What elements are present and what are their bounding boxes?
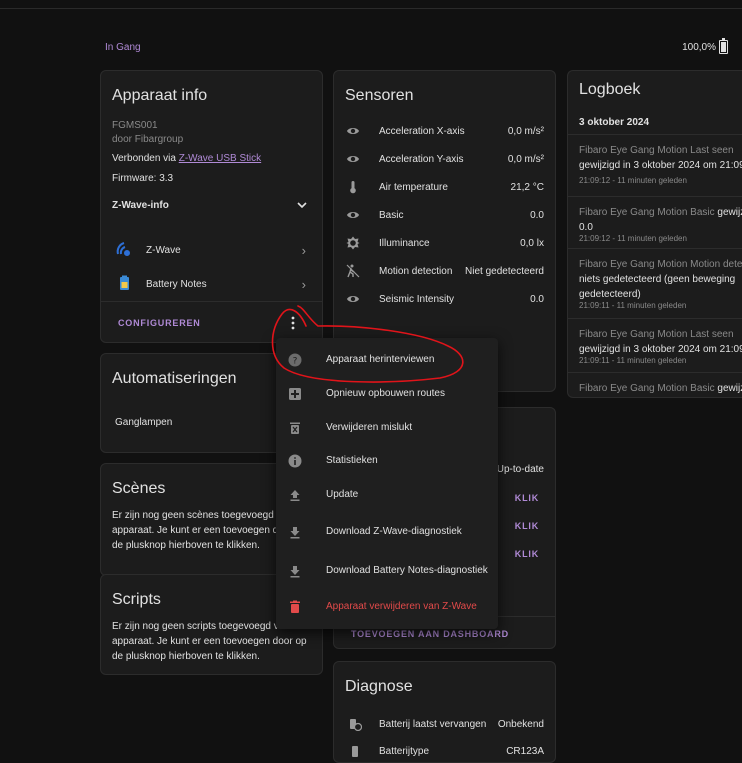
sensor-row[interactable]: Acceleration X-axis 0,0 m/s² — [334, 118, 555, 146]
sensor-value: 0.0 — [530, 210, 544, 221]
zwave-info-toggle[interactable]: Z-Wave-info — [112, 200, 169, 211]
device-info-title: Apparaat info — [112, 87, 208, 104]
sensor-name: Motion detection — [379, 266, 453, 277]
battery-type-label: Batterijtype — [379, 746, 430, 757]
log-entry[interactable]: Fibaro Eye Gang Motion Last seen gewijzig… — [568, 318, 742, 373]
thermometer-icon — [346, 180, 360, 194]
sensor-name: Seismic Intensity — [379, 294, 455, 305]
klik-button[interactable]: KLIK — [515, 493, 539, 503]
logbook-card: Logboek 3 oktober 2024 Fibaro Eye Gang M… — [567, 70, 742, 398]
chevron-right-icon: › — [301, 243, 306, 258]
menu-item-reinterview[interactable]: ? Apparaat herinterviewen — [276, 345, 498, 375]
add-to-dashboard-button[interactable]: TOEVOEGEN AAN DASHBOARD — [351, 629, 509, 639]
motion-sensor-icon — [346, 264, 360, 278]
sensor-value: 0,0 lx — [520, 238, 544, 249]
sensor-name: Air temperature — [379, 182, 448, 193]
log-entry[interactable]: Fibaro Eye Gang Motion Last seen gewijzig… — [568, 134, 742, 197]
info-icon — [288, 454, 302, 468]
scripts-title: Scripts — [112, 591, 161, 608]
menu-item-rebuild-routes[interactable]: Opnieuw opbouwen routes — [276, 379, 498, 409]
integration-zwave-label: Z-Wave — [146, 245, 181, 256]
klik-button[interactable]: KLIK — [515, 521, 539, 531]
eye-icon — [346, 208, 360, 222]
automations-title: Automatiseringen — [112, 370, 237, 387]
zwave-usb-stick-link[interactable]: Z-Wave USB Stick — [179, 153, 261, 164]
card-divider — [101, 301, 322, 302]
medical-bag-icon — [289, 388, 301, 400]
menu-item-remove-failed[interactable]: Verwijderen mislukt — [276, 413, 498, 443]
battery-replaced-label: Batterij laatst vervangen — [379, 719, 487, 730]
sensor-value: 21,2 °C — [510, 182, 544, 193]
battery-notes-icon — [120, 275, 129, 290]
sensor-name: Illuminance — [379, 238, 430, 249]
firmware-version: Firmware: 3.3 — [112, 173, 174, 184]
diagnose-title: Diagnose — [345, 678, 413, 695]
sensor-name: Acceleration Y-axis — [379, 154, 464, 165]
sensor-value: 0,0 m/s² — [507, 126, 544, 137]
eye-icon — [346, 152, 360, 166]
battery-replaced-value: Onbekend — [497, 719, 544, 730]
scenes-title: Scènes — [112, 480, 166, 497]
sensor-row[interactable]: Basic 0.0 — [334, 202, 555, 230]
eye-icon — [346, 124, 360, 138]
log-entry[interactable]: Fibaro Eye Gang Motion Basic gewijzigd i… — [568, 196, 742, 249]
menu-item-download-zwave-diagnostics[interactable]: Download Z-Wave-diagnostiek — [276, 517, 498, 547]
trash-icon — [290, 600, 300, 613]
battery-text: 100,0% — [682, 41, 716, 53]
integration-battery-notes-label: Battery Notes — [146, 279, 207, 290]
menu-item-statistics[interactable]: Statistieken — [276, 446, 498, 476]
connected-via: Verbonden via Z-Wave USB Stick — [112, 153, 261, 164]
sensor-name: Acceleration X-axis — [379, 126, 465, 137]
menu-item-remove-device[interactable]: Apparaat verwijderen van Z-Wave — [276, 592, 498, 622]
log-entry[interactable]: Fibaro Eye Gang Motion Motion detectionn… — [568, 248, 742, 319]
klik-button[interactable]: KLIK — [515, 549, 539, 559]
automation-item[interactable]: Ganglampen — [115, 417, 172, 428]
device-status: In Gang — [105, 42, 141, 53]
download-icon — [290, 566, 300, 578]
log-entry[interactable]: Fibaro Eye Gang Motion Basic gewijzigd i… — [568, 372, 742, 397]
firmware-status: Up-to-date — [496, 464, 544, 475]
upload-icon — [290, 490, 300, 501]
top-divider — [0, 8, 742, 9]
device-model: FGMS001 — [112, 120, 158, 131]
sensor-value: 0.0 — [530, 294, 544, 305]
delete-alert-icon — [290, 422, 300, 434]
sensor-row[interactable]: Acceleration Y-axis 0,0 m/s² — [334, 146, 555, 174]
battery-indicator: 100,0% — [682, 38, 728, 54]
sensor-row[interactable]: Seismic Intensity 0.0 — [334, 286, 555, 314]
eye-icon — [346, 292, 360, 306]
sensor-value: 0,0 m/s² — [507, 154, 544, 165]
sensor-row[interactable]: Illuminance 0,0 lx — [334, 230, 555, 258]
device-manufacturer: door Fibargroup — [112, 134, 184, 145]
sensor-name: Basic — [379, 210, 404, 221]
more-vertical-icon[interactable] — [288, 316, 298, 330]
battery-type-value: CR123A — [506, 746, 544, 757]
menu-item-update[interactable]: Update — [276, 480, 498, 510]
sensors-title: Sensoren — [345, 87, 414, 104]
sensor-row[interactable]: Motion detection Niet gedetecteerd — [334, 258, 555, 286]
chevron-right-icon: › — [301, 277, 306, 292]
logbook-date: 3 oktober 2024 — [579, 117, 650, 128]
chevron-down-icon[interactable] — [297, 201, 307, 209]
device-info-card: Apparaat info FGMS001 door Fibargroup Ve… — [100, 70, 323, 343]
download-icon — [290, 527, 300, 539]
battery-clock-icon — [350, 719, 362, 731]
help-circle-icon: ? — [288, 353, 302, 367]
configure-button[interactable]: CONFIGUREREN — [118, 318, 201, 328]
svg-text:?: ? — [293, 357, 298, 367]
logbook-title: Logboek — [579, 81, 641, 98]
diagnose-card: Diagnose Batterij laatst vervangen Onbek… — [333, 661, 556, 763]
brightness-icon — [346, 236, 360, 250]
zwave-icon — [116, 242, 130, 256]
device-actions-menu: ? Apparaat herinterviewen Opnieuw opbouw… — [276, 338, 498, 629]
sensor-row[interactable]: Air temperature 21,2 °C — [334, 174, 555, 202]
connected-prefix: Verbonden via — [112, 153, 179, 164]
battery-icon — [352, 746, 358, 757]
sensor-value: Niet gedetecteerd — [465, 266, 544, 277]
battery-icon — [719, 38, 728, 54]
menu-item-download-battery-notes-diagnostics[interactable]: Download Battery Notes-diagnostiek — [276, 556, 498, 586]
